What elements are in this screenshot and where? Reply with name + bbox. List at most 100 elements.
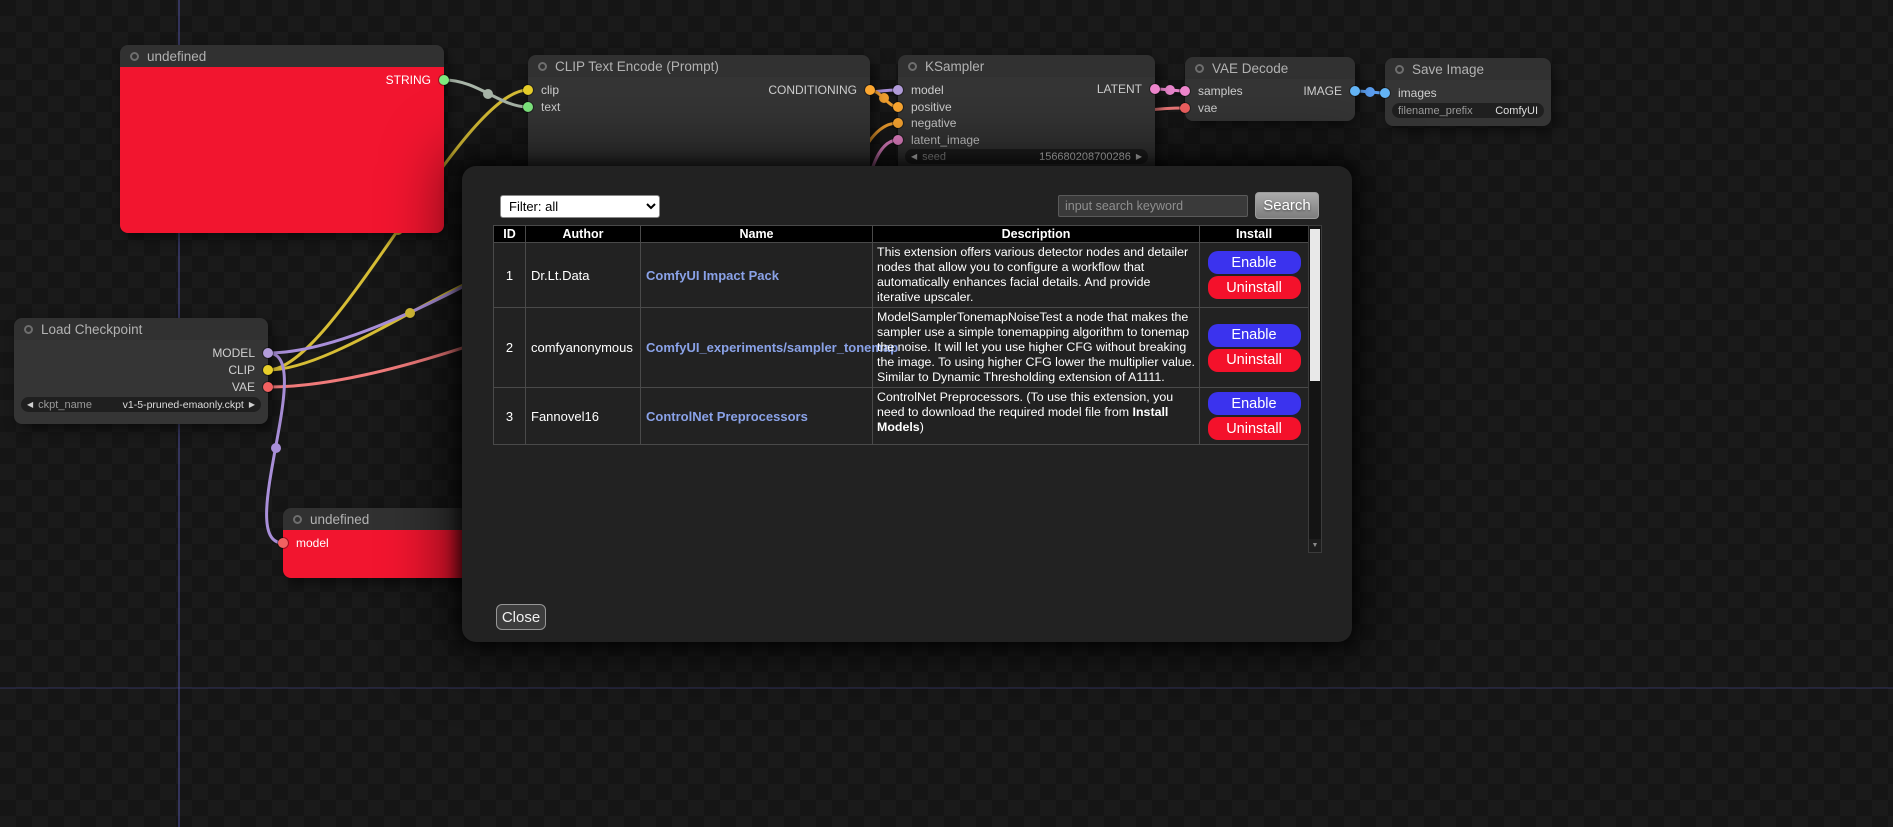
extension-manager-dialog: Filter: all Search ID Author Name Descri… [462, 166, 1352, 642]
samples-slot-dot[interactable] [1180, 86, 1190, 96]
close-button[interactable]: Close [496, 604, 546, 630]
node-save-image[interactable]: Save Image images filename_prefix ComfyU… [1385, 58, 1551, 126]
output-slot-conditioning: CONDITIONING [768, 83, 870, 97]
increment-arrow-icon[interactable]: ▶ [1136, 153, 1142, 161]
collapse-dot-icon[interactable] [130, 52, 139, 61]
positive-slot-dot[interactable] [893, 102, 903, 112]
node-body: STRING [120, 67, 444, 233]
install-cell: Enable Uninstall [1200, 308, 1309, 388]
extension-author: Fannovel16 [526, 388, 641, 445]
node-title-bar[interactable]: CLIP Text Encode (Prompt) [528, 55, 870, 77]
clip-slot-dot[interactable] [523, 85, 533, 95]
widget-value: v1-5-pruned-emaonly.ckpt [123, 399, 244, 411]
decrement-arrow-icon[interactable]: ◀ [27, 401, 33, 409]
uninstall-button[interactable]: Uninstall [1208, 349, 1301, 372]
output-slot-clip: CLIP [228, 363, 268, 377]
enable-button[interactable]: Enable [1208, 392, 1301, 415]
slot-label: CONDITIONING [768, 83, 857, 97]
decrement-arrow-icon[interactable]: ◀ [911, 153, 917, 161]
enable-button[interactable]: Enable [1208, 251, 1301, 274]
output-slot-string: STRING [386, 73, 444, 87]
node-undefined-top[interactable]: undefined STRING [120, 45, 444, 233]
node-vae-decode[interactable]: VAE Decode samples vae IMAGE [1185, 57, 1355, 121]
slot-label: IMAGE [1303, 84, 1342, 98]
extension-link[interactable]: ControlNet Preprocessors [646, 409, 808, 424]
slot-label: text [541, 100, 560, 114]
slot-label: STRING [386, 73, 431, 87]
extension-id: 2 [494, 308, 526, 388]
collapse-dot-icon[interactable] [908, 62, 917, 71]
clip-slot-dot[interactable] [263, 365, 273, 375]
text-slot-dot[interactable] [523, 102, 533, 112]
slot-label: positive [911, 100, 952, 114]
extension-author: Dr.Lt.Data [526, 243, 641, 308]
node-title: CLIP Text Encode (Prompt) [555, 59, 719, 74]
conditioning-slot-dot[interactable] [865, 85, 875, 95]
latent-slot-dot[interactable] [1150, 84, 1160, 94]
node-title-bar[interactable]: Save Image [1385, 58, 1551, 80]
negative-slot-dot[interactable] [893, 118, 903, 128]
slot-label: clip [541, 83, 559, 97]
model-slot-dot[interactable] [893, 85, 903, 95]
widget-name: ckpt_name [38, 399, 92, 411]
filename-prefix-widget[interactable]: filename_prefix ComfyUI [1392, 103, 1544, 118]
node-title-bar[interactable]: undefined [120, 45, 444, 67]
search-input[interactable] [1058, 195, 1248, 217]
node-undefined-bottom[interactable]: undefined model [283, 508, 469, 578]
output-slot-vae: VAE [232, 380, 268, 394]
scrollbar-thumb[interactable] [1310, 229, 1320, 381]
node-body: MODEL CLIP VAE ◀ ckpt_name v1-5-pruned-e… [14, 340, 268, 424]
slot-label: vae [1198, 101, 1217, 115]
extension-id: 3 [494, 388, 526, 445]
uninstall-button[interactable]: Uninstall [1208, 276, 1301, 299]
vae-slot-dot[interactable] [263, 382, 273, 392]
input-slot-model: model [283, 536, 329, 550]
node-title-bar[interactable]: Load Checkpoint [14, 318, 268, 340]
filter-select[interactable]: Filter: all [500, 195, 660, 218]
node-title: VAE Decode [1212, 61, 1288, 76]
node-title-bar[interactable]: undefined [283, 508, 469, 530]
input-slot-latent-image: latent_image [898, 133, 980, 147]
collapse-dot-icon[interactable] [293, 515, 302, 524]
description-text: This extension offers various detector n… [877, 245, 1188, 304]
node-body: samples vae IMAGE [1185, 79, 1355, 121]
search-button[interactable]: Search [1255, 192, 1319, 219]
table-scrollbar[interactable]: ▼ [1308, 225, 1322, 553]
ckpt-name-widget[interactable]: ◀ ckpt_name v1-5-pruned-emaonly.ckpt ▶ [21, 397, 261, 412]
latent-image-slot-dot[interactable] [893, 135, 903, 145]
model-slot-dot[interactable] [278, 538, 288, 548]
collapse-dot-icon[interactable] [1195, 64, 1204, 73]
description-text: ControlNet Preprocessors. (To use this e… [877, 390, 1173, 419]
collapse-dot-icon[interactable] [24, 325, 33, 334]
enable-button[interactable]: Enable [1208, 324, 1301, 347]
seed-widget[interactable]: ◀ seed 156680208700286 ▶ [905, 149, 1148, 164]
scroll-down-icon[interactable]: ▼ [1309, 539, 1321, 552]
slot-label: model [911, 83, 944, 97]
image-slot-dot[interactable] [1350, 86, 1360, 96]
increment-arrow-icon[interactable]: ▶ [249, 401, 255, 409]
node-title-bar[interactable]: KSampler [898, 55, 1155, 77]
node-title: Save Image [1412, 62, 1484, 77]
string-slot-dot[interactable] [439, 75, 449, 85]
collapse-dot-icon[interactable] [1395, 65, 1404, 74]
node-title-bar[interactable]: VAE Decode [1185, 57, 1355, 79]
node-load-checkpoint[interactable]: Load Checkpoint MODEL CLIP VAE ◀ ckpt_na… [14, 318, 268, 424]
install-cell: Enable Uninstall [1200, 388, 1309, 445]
model-slot-dot[interactable] [263, 348, 273, 358]
input-slot-images: images [1385, 86, 1437, 100]
input-slot-text: text [528, 100, 560, 114]
collapse-dot-icon[interactable] [538, 62, 547, 71]
extension-table: ID Author Name Description Install 1 Dr.… [493, 225, 1309, 445]
extension-link[interactable]: ComfyUI Impact Pack [646, 268, 779, 283]
table-header-row: ID Author Name Description Install [494, 226, 1309, 243]
install-cell: Enable Uninstall [1200, 243, 1309, 308]
header-description: Description [873, 226, 1200, 243]
node-title: KSampler [925, 59, 984, 74]
header-author: Author [526, 226, 641, 243]
images-slot-dot[interactable] [1380, 88, 1390, 98]
extension-description: This extension offers various detector n… [873, 243, 1200, 308]
vae-slot-dot[interactable] [1180, 103, 1190, 113]
extension-link[interactable]: ComfyUI_experiments/sampler_tonemap [646, 340, 898, 355]
uninstall-button[interactable]: Uninstall [1208, 417, 1301, 440]
slot-label: LATENT [1097, 82, 1142, 96]
